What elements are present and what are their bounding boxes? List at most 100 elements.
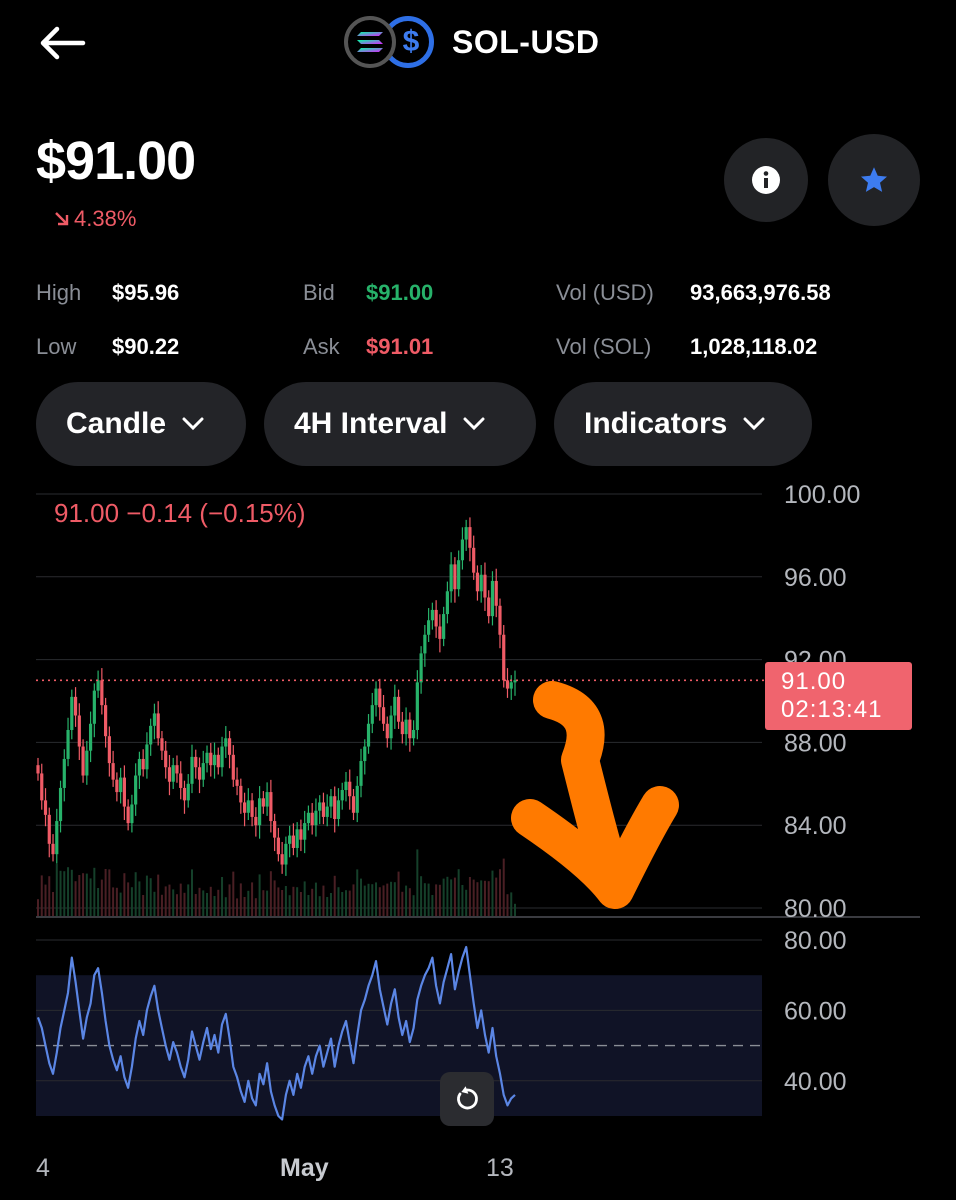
candle-body [43,800,48,815]
candle-body [66,729,70,759]
volume-bar [37,899,39,916]
volume-bar [239,883,242,916]
volume-bar [307,895,310,916]
candle-body [370,705,374,724]
volume-bar [236,898,239,916]
high-label: High [36,280,82,305]
chart-type-dropdown[interactable]: Candle [36,382,246,466]
reset-zoom-button[interactable] [440,1072,494,1126]
indicators-dropdown[interactable]: Indicators [554,382,812,466]
volume-bar [450,879,453,916]
candle-body [498,605,502,635]
candle-body [201,763,205,780]
candle-body [265,792,269,807]
volume-bar [97,888,100,916]
candle-body [55,821,59,855]
volume-bar [378,887,381,916]
candle-body [246,800,250,813]
volume-bar [63,871,66,916]
volume-bar [149,878,152,916]
volume-bar [266,890,269,916]
volume-bar [356,869,359,916]
candle-body [333,796,337,819]
candle-body [145,744,149,770]
volume-bar [333,875,336,916]
volume-bar [491,870,494,916]
volume-bar [390,881,393,916]
info-button[interactable] [724,138,808,222]
rsi-tick-label: 80.00 [784,927,847,955]
volume-bar [420,876,423,916]
annotation-arrow-icon [511,681,679,909]
volume-bar [172,889,175,916]
price-tick-label: 88.00 [784,729,847,757]
volume-bar [465,889,468,916]
volume-bar [142,895,145,916]
volume-bar [247,890,250,916]
volume-bar [371,884,374,916]
candle-body [284,843,288,865]
volume-bar [228,884,231,916]
favorite-button[interactable] [828,134,920,226]
volume-bar [408,888,411,916]
volume-bar [127,882,130,916]
candle-body [235,779,239,786]
volume-bar [89,878,92,916]
candle-body [385,723,389,739]
candle-body [351,796,356,813]
candle-body [179,773,183,788]
candle-body [366,723,371,747]
candle-body [216,754,220,768]
candle-body [141,758,145,770]
candle-body [73,696,78,716]
chevron-down-icon [463,417,485,431]
price-chart[interactable]: 100.0096.0092.0088.0084.0080.00 80.0060.… [0,470,956,1150]
candle-body [111,763,115,780]
back-button[interactable] [30,16,94,70]
volume-bar [224,897,227,916]
volume-bar [506,894,509,916]
volume-bar [254,898,257,916]
candle-body [464,527,468,540]
volume-bar [160,894,163,916]
candle-body [415,682,419,730]
volume-bar [311,888,314,916]
volume-bar [273,880,276,916]
candle-body [85,750,89,776]
candle-body [40,773,44,801]
candle-body [81,746,85,776]
volume-bar [446,876,449,916]
candle-body [242,802,247,813]
volume-bar [262,890,265,916]
candle-body [449,564,453,592]
candle-body [96,680,100,691]
candle-body [438,626,442,639]
x-label-13: 13 [486,1154,514,1182]
volume-bar [423,883,426,916]
volume-bar [292,886,295,916]
candle-body [269,792,273,822]
candle-body [310,812,314,826]
candle-body [152,713,157,726]
arrow-left-icon [40,26,86,60]
candle-body [299,829,303,840]
volume-bar [44,884,47,916]
candle-body [36,765,40,774]
volume-bar [48,876,51,916]
candle-body [171,765,175,782]
candle-body [257,798,262,826]
candle-body [58,787,63,822]
interval-dropdown[interactable]: 4H Interval [264,382,536,466]
volume-bar [190,869,193,916]
chevron-down-icon [182,417,204,431]
candle-body [149,725,153,745]
volume-bar [329,893,332,916]
candle-body [273,821,277,838]
volume-bar [296,887,299,916]
vol-sol-label: Vol (SOL) [556,334,652,359]
candle-body [182,787,187,801]
candle-body [472,547,476,573]
volume-bar [375,882,378,916]
volume-bar [194,894,197,916]
candle-body [280,854,284,865]
